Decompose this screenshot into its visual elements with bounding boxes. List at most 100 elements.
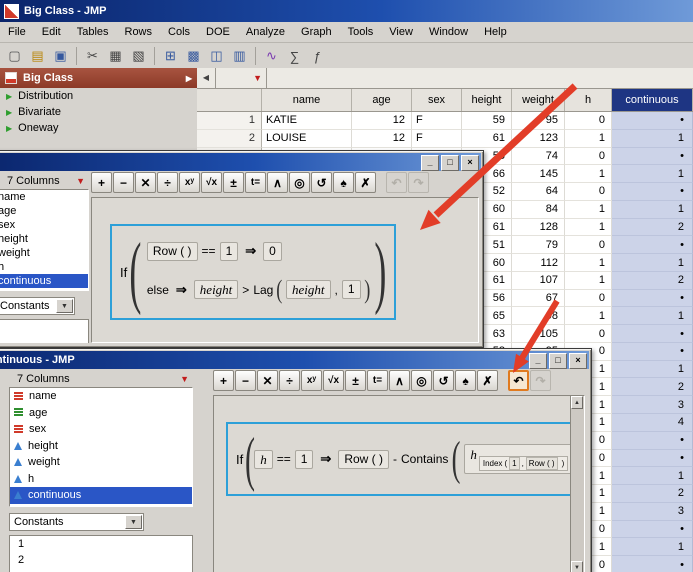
minimize-button[interactable]: _ <box>529 353 547 369</box>
editor1-formula-area[interactable]: If ( Row ( ) == 1 ⇒ 0 else ⇒ height > La… <box>91 197 479 343</box>
cell-continuous[interactable]: 1 <box>612 165 693 184</box>
cell-weight[interactable]: 74 <box>512 147 565 166</box>
menu-tables[interactable]: Tables <box>69 23 117 41</box>
column-header-sex[interactable]: sex <box>412 89 462 111</box>
row-number[interactable]: 1 <box>197 112 262 130</box>
column-item-sex[interactable]: sex <box>10 421 192 438</box>
paste-icon[interactable]: ▧ <box>128 46 149 66</box>
cell-continuous[interactable]: • <box>612 289 693 308</box>
column-header-name[interactable]: name <box>262 89 352 111</box>
lag-count-term[interactable]: 1 <box>341 280 361 299</box>
chevron-down-icon[interactable]: ▼ <box>125 515 142 529</box>
add-button[interactable]: + <box>213 370 234 391</box>
column-item-weight[interactable]: weight <box>10 454 192 471</box>
cell-weight[interactable]: 105 <box>512 325 565 343</box>
expand-icon[interactable]: ▶ <box>186 74 192 83</box>
cut-icon[interactable]: ✂ <box>82 46 103 66</box>
edit-term-button[interactable]: t= <box>245 172 266 193</box>
cell-continuous[interactable]: 1 <box>612 129 693 148</box>
cell-continuous[interactable]: 2 <box>612 271 693 290</box>
cell-h[interactable]: 0 <box>565 325 612 343</box>
join-icon[interactable]: ▥ <box>229 46 250 66</box>
formula-scrollbar[interactable]: ▲ ▼ <box>570 396 584 572</box>
cell-weight[interactable]: 112 <box>512 254 565 272</box>
sum-icon[interactable]: ∑ <box>284 46 305 66</box>
table-red-triangle-menu[interactable]: ▼ <box>216 68 267 88</box>
multiply-button[interactable]: ✕ <box>135 172 156 193</box>
subscripted-h-term[interactable]: h Index ( 1 , Row ( ) ) <box>464 444 575 474</box>
menu-edit[interactable]: Edit <box>34 23 69 41</box>
cell-continuous[interactable]: 3 <box>612 396 693 415</box>
cell-h[interactable]: 0 <box>565 236 612 255</box>
cell-h[interactable]: 0 <box>565 147 612 166</box>
edit-term-button[interactable]: t= <box>367 370 388 391</box>
copy-icon[interactable]: ▦ <box>105 46 126 66</box>
cell-continuous[interactable]: 4 <box>612 414 693 432</box>
cell-h[interactable]: 0 <box>565 112 612 130</box>
sidebar-header[interactable]: Big Class ▶ <box>0 68 197 88</box>
cell-h[interactable]: 1 <box>565 165 612 184</box>
sidebar-item-bivariate[interactable]: ▶ Bivariate <box>0 104 197 120</box>
maximize-button[interactable]: □ <box>441 155 459 171</box>
row-function-term[interactable]: Row ( ) <box>338 449 389 469</box>
cell-age[interactable]: 12 <box>352 129 412 148</box>
cell-name[interactable]: KATIE <box>262 112 352 130</box>
subtract-button[interactable]: − <box>113 172 134 193</box>
cell-continuous[interactable]: 2 <box>612 218 693 237</box>
column-header-age[interactable]: age <box>352 89 412 111</box>
column-item-age[interactable]: age <box>10 405 192 422</box>
cell-continuous[interactable]: • <box>612 342 693 361</box>
cell-continuous[interactable]: 3 <box>612 502 693 521</box>
menu-cols[interactable]: Cols <box>160 23 198 41</box>
cell-sex[interactable]: F <box>412 112 462 130</box>
menu-graph[interactable]: Graph <box>293 23 340 41</box>
root-button[interactable]: √x <box>201 172 222 193</box>
h-variable-term[interactable]: h <box>254 449 273 469</box>
column-item-name[interactable]: name <box>0 190 88 204</box>
cell-age[interactable]: 12 <box>352 112 412 130</box>
height-variable-term[interactable]: height <box>193 280 239 299</box>
undo-button[interactable]: ↶ <box>386 172 407 193</box>
cell-weight[interactable]: 67 <box>512 289 565 308</box>
if-clause[interactable]: h == 1 ⇒ Row ( ) - Contains ( h Index ( … <box>254 434 584 484</box>
new-icon[interactable]: ▢ <box>4 46 25 66</box>
divide-button[interactable]: ÷ <box>279 370 300 391</box>
index-subscript[interactable]: Index ( 1 , Row ( ) ) <box>478 456 569 471</box>
power-button[interactable]: xʸ <box>179 172 200 193</box>
cell-height[interactable]: 59 <box>462 112 512 130</box>
simplify-button[interactable]: ↺ <box>311 172 332 193</box>
editor2-formula-area[interactable]: If ( h == 1 ⇒ Row ( ) - Contains ( h Ind… <box>213 395 585 572</box>
cell-weight[interactable]: 128 <box>512 218 565 237</box>
cell-continuous[interactable]: 1 <box>612 200 693 219</box>
row-number[interactable]: 2 <box>197 129 262 148</box>
editor1-title-bar[interactable]: _ □ × <box>0 153 481 171</box>
cell-continuous[interactable]: • <box>612 449 693 468</box>
unary-sign-button[interactable]: ± <box>223 172 244 193</box>
chevron-down-icon[interactable]: ▼ <box>56 299 73 313</box>
column-item-continuous[interactable]: continuous <box>0 274 88 288</box>
cell-continuous[interactable]: • <box>612 325 693 343</box>
cell-continuous[interactable]: • <box>612 556 693 572</box>
menu-rows[interactable]: Rows <box>117 23 161 41</box>
menu-tools[interactable]: Tools <box>340 23 382 41</box>
script-icon[interactable]: ƒ <box>307 46 328 66</box>
delete-button[interactable]: ✗ <box>477 370 498 391</box>
constant-item[interactable]: 1 <box>10 536 192 552</box>
clause-1[interactable]: Row ( ) == 1 ⇒ 0 <box>146 241 369 261</box>
cell-weight[interactable]: 64 <box>512 183 565 201</box>
cell-weight[interactable]: 84 <box>512 200 565 219</box>
cell-h[interactable]: 1 <box>565 200 612 219</box>
collapse-panel-icon[interactable]: ◀ <box>197 68 216 88</box>
cell-continuous[interactable]: 1 <box>612 360 693 379</box>
menu-window[interactable]: Window <box>421 23 476 41</box>
delete-button[interactable]: ✗ <box>355 172 376 193</box>
cell-continuous[interactable]: • <box>612 183 693 201</box>
cell-weight[interactable]: 123 <box>512 129 565 148</box>
cell-continuous[interactable]: 1 <box>612 538 693 557</box>
column-header-h[interactable]: h <box>565 89 612 111</box>
cell-continuous[interactable]: 1 <box>612 307 693 326</box>
editor1-formula-selection[interactable]: If ( Row ( ) == 1 ⇒ 0 else ⇒ height > La… <box>110 224 396 320</box>
cell-continuous[interactable]: • <box>612 520 693 539</box>
menu-file[interactable]: File <box>0 23 34 41</box>
root-button[interactable]: √x <box>323 370 344 391</box>
